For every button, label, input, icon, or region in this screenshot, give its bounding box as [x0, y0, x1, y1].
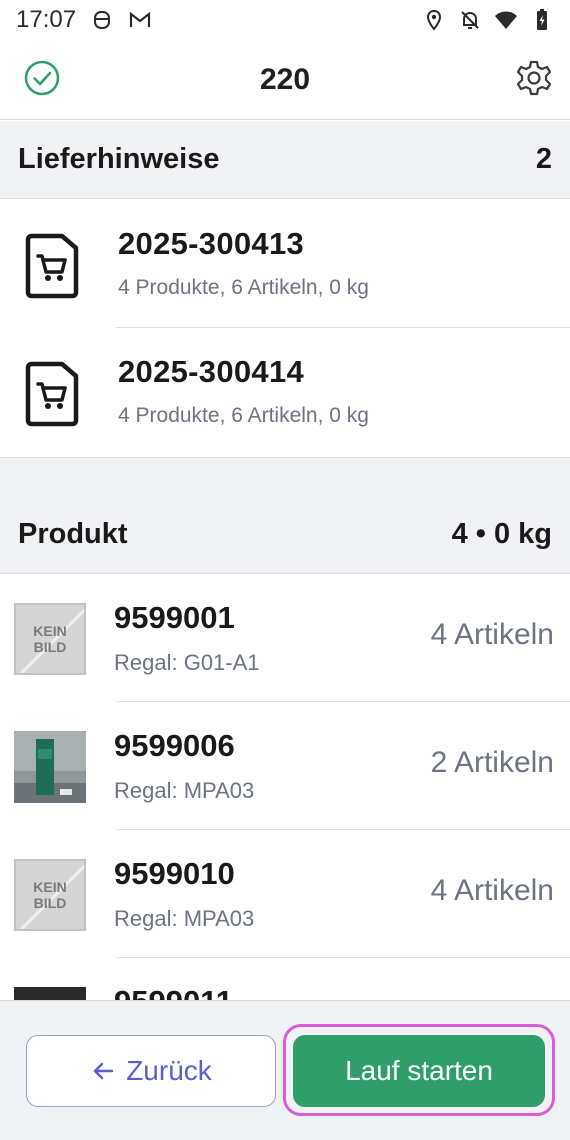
delivery-notes-count: 2	[535, 143, 552, 175]
start-run-button[interactable]: Lauf starten	[293, 1035, 545, 1107]
no-image-placeholder: KEIN BILD	[14, 603, 86, 675]
product-row[interactable]: 9599011	[0, 958, 570, 1000]
gmail-icon	[129, 11, 151, 27]
status-time: 17:07	[16, 6, 77, 33]
product-id: 9599006	[114, 728, 235, 763]
delivery-note-item[interactable]: 2025-300413 4 Produkte, 6 Artikeln, 0 kg	[0, 200, 570, 328]
delivery-notes-header: Lieferhinweise 2	[0, 121, 570, 199]
cart-icon	[25, 361, 79, 427]
product-quantity: 2 Artikeln	[430, 746, 554, 779]
location-icon	[426, 9, 442, 31]
product-id: 9599010	[114, 856, 235, 891]
battery-icon	[537, 9, 547, 30]
product-id: 9599001	[114, 600, 235, 635]
products-summary: 4 • 0 kg	[451, 518, 552, 550]
product-shelf: Regal: G01-A1	[114, 650, 260, 675]
delivery-note-summary: 4 Produkte, 6 Artikeln, 0 kg	[118, 276, 369, 299]
no-image-label: KEIN	[33, 879, 67, 895]
delivery-note-id: 2025-300414	[118, 354, 305, 389]
product-quantity: 4 Artikeln	[430, 618, 554, 651]
product-row[interactable]: KEIN BILD 9599010 Regal: MPA03 4 Artikeln	[0, 830, 570, 958]
no-image-label: BILD	[33, 639, 67, 655]
arrow-left-icon	[94, 1062, 114, 1080]
delivery-note-id: 2025-300413	[118, 226, 305, 261]
gear-icon[interactable]	[514, 58, 554, 98]
products-title: Produkt	[18, 518, 128, 550]
product-shelf: Regal: MPA03	[114, 906, 255, 931]
product-row[interactable]: KEIN BILD 9599001 Regal: G01-A1 4 Artikel…	[0, 574, 570, 702]
section-spacer	[0, 457, 570, 498]
check-circle-icon[interactable]	[22, 58, 62, 98]
no-image-label: KEIN	[33, 623, 67, 639]
product-id: 9599011	[114, 984, 233, 1000]
product-quantity: 4 Artikeln	[430, 874, 554, 907]
delivery-note-summary: 4 Produkte, 6 Artikeln, 0 kg	[118, 404, 369, 427]
product-image	[14, 731, 86, 803]
delivery-notes-title: Lieferhinweise	[18, 143, 220, 175]
start-run-label: Lauf starten	[345, 1055, 493, 1086]
bell-off-icon	[461, 11, 479, 29]
products-header: Produkt 4 • 0 kg	[0, 496, 570, 574]
delivery-note-item[interactable]: 2025-300414 4 Produkte, 6 Artikeln, 0 kg	[0, 328, 570, 456]
product-image	[14, 987, 86, 1000]
bottom-action-bar: Zurück Lauf starten	[0, 1000, 570, 1140]
back-button[interactable]: Zurück	[26, 1035, 276, 1107]
no-image-placeholder: KEIN BILD	[14, 859, 86, 931]
product-row[interactable]: 9599006 Regal: MPA03 2 Artikeln	[0, 702, 570, 830]
back-button-label: Zurück	[126, 1055, 212, 1086]
wifi-icon	[495, 11, 517, 29]
cart-icon	[25, 233, 79, 299]
no-image-label: BILD	[33, 895, 67, 911]
app-bar: 220	[0, 40, 570, 120]
notification-icon	[94, 11, 111, 29]
page-title: 220	[259, 62, 311, 96]
status-bar: 17:07	[0, 0, 570, 40]
product-shelf: Regal: MPA03	[114, 778, 255, 803]
